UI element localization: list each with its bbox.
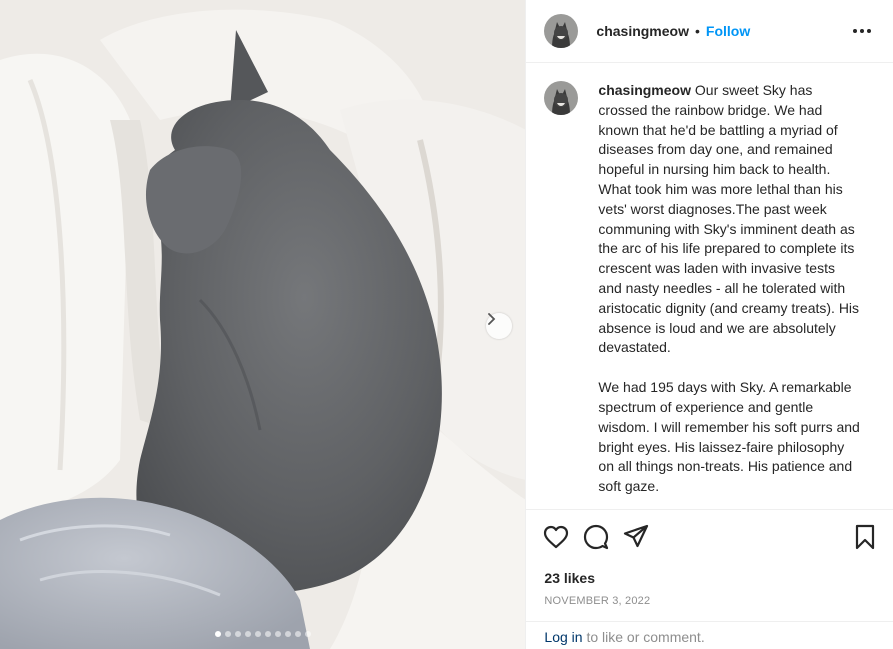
- slide-dot: [254, 631, 261, 637]
- avatar[interactable]: [544, 81, 579, 115]
- slide-dot: [294, 631, 301, 637]
- post-header: chasingmeow • Follow: [526, 0, 893, 63]
- slide-indicator: [0, 631, 525, 637]
- header-username[interactable]: chasingmeow: [596, 23, 689, 39]
- separator-dot: •: [695, 23, 700, 39]
- heart-icon: [543, 525, 569, 549]
- post-photo: [0, 0, 526, 649]
- caption-text: chasingmeow Our sweet Sky has crossed th…: [598, 81, 860, 509]
- cat-photo: [0, 0, 526, 649]
- slide-dot: [244, 631, 251, 637]
- save-button[interactable]: [845, 517, 885, 557]
- post-date: NOVEMBER 3, 2022: [544, 595, 651, 607]
- slide-dot: [234, 631, 241, 637]
- slide-dot: [304, 631, 311, 637]
- slide-dot: [284, 631, 291, 637]
- bookmark-icon: [854, 524, 876, 550]
- share-button[interactable]: [616, 517, 656, 557]
- caption-username[interactable]: chasingmeow: [598, 82, 691, 98]
- caption-paragraph-2: We had 195 days with Sky. A remarkable s…: [598, 379, 860, 495]
- like-button[interactable]: [536, 517, 576, 557]
- actions-section: 23 likes NOVEMBER 3, 2022: [526, 509, 893, 607]
- post-dialog: chasingmeow • Follow chasingmeow Our swe…: [0, 0, 893, 649]
- follow-button[interactable]: Follow: [706, 23, 750, 39]
- next-slide-button[interactable]: [486, 313, 512, 339]
- login-prompt: Log in to like or comment.: [526, 621, 893, 649]
- avatar[interactable]: [544, 14, 579, 48]
- slide-dot: [214, 631, 221, 637]
- post-side-panel: chasingmeow • Follow chasingmeow Our swe…: [525, 0, 893, 649]
- slide-dot: [264, 631, 271, 637]
- action-bar: [526, 510, 893, 564]
- share-icon: [623, 524, 649, 550]
- comment-icon: [583, 524, 609, 550]
- login-prompt-text: to like or comment.: [582, 629, 705, 645]
- more-options-icon[interactable]: [849, 25, 875, 37]
- caption-row: chasingmeow Our sweet Sky has crossed th…: [544, 81, 875, 509]
- comment-button[interactable]: [576, 517, 616, 557]
- caption-paragraph: chasingmeow Our sweet Sky has crossed th…: [598, 81, 860, 358]
- slide-dot: [274, 631, 281, 637]
- login-link[interactable]: Log in: [544, 629, 582, 645]
- likes-count[interactable]: 23 likes: [526, 570, 893, 586]
- caption-section[interactable]: chasingmeow Our sweet Sky has crossed th…: [526, 63, 893, 509]
- caption-paragraph-1: Our sweet Sky has crossed the rainbow br…: [598, 82, 860, 356]
- slide-dot: [224, 631, 231, 637]
